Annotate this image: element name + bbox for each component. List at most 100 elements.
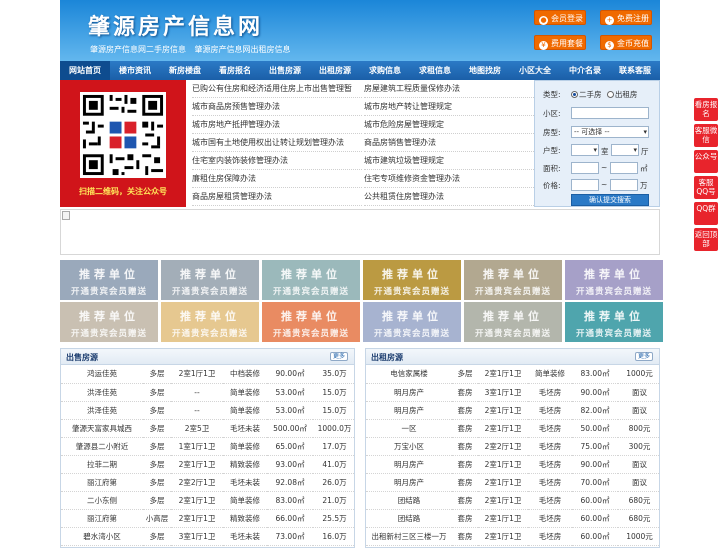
table-row[interactable]: 肇源天富家具城西 多层 2室5卫 毛坯未装 500.00㎡ 1000.0万	[61, 419, 354, 438]
float-viewing-signup[interactable]: 看房报名	[694, 98, 718, 121]
table-row[interactable]: 肇源县二小附近 多层 1室1厅1卫 简单装修 65.00㎡ 17.0万	[61, 437, 354, 456]
nav-news[interactable]: 楼市资讯	[110, 61, 160, 80]
float-official-account[interactable]: 公众号	[694, 150, 718, 173]
table-cell[interactable]: 团结路	[366, 491, 452, 510]
recommended-unit-ad[interactable]: 推荐单位 开通贵宾会员赠送	[464, 260, 562, 300]
table-cell[interactable]: 碧水湾小区	[61, 527, 143, 546]
table-cell[interactable]: 洪泽佳苑	[61, 401, 143, 420]
rooms-select[interactable]	[571, 144, 599, 156]
nav-communities[interactable]: 小区大全	[510, 61, 560, 80]
nav-for-sale[interactable]: 出售房源	[260, 61, 310, 80]
community-input[interactable]	[571, 107, 649, 119]
fee-package-button[interactable]: ¥ 费用套餐	[534, 35, 586, 50]
float-service-wechat[interactable]: 客服微信	[694, 124, 718, 147]
price-min-input[interactable]	[571, 179, 599, 191]
recommended-unit-ad[interactable]: 推荐单位 开通贵宾会员赠送	[161, 260, 259, 300]
list-item[interactable]: 住宅专项维修资金管理办法	[364, 170, 534, 188]
nav-wanted-rent[interactable]: 求租信息	[410, 61, 460, 80]
recommended-unit-ad[interactable]: 推荐单位 开通贵宾会员赠送	[262, 260, 360, 300]
type-radio-secondhand[interactable]	[571, 91, 578, 98]
float-back-to-top[interactable]: 返回顶部	[694, 228, 718, 251]
table-cell[interactable]: 洪泽佳苑	[61, 383, 143, 402]
table-row[interactable]: 拉菲二期 多层 2室1厅1卫 精致装修 93.00㎡ 41.0万	[61, 455, 354, 474]
table-cell[interactable]: 万宝小区	[366, 437, 452, 456]
free-register-button[interactable]: + 免费注册	[600, 10, 652, 25]
list-item[interactable]: 房屋建筑工程质量保修办法	[364, 80, 534, 98]
site-title[interactable]: 肇源房产信息网	[88, 9, 263, 41]
search-submit-button[interactable]: 确认提交搜索	[571, 194, 649, 206]
list-item[interactable]: 住宅室内装饰装修管理办法	[192, 152, 362, 170]
table-row[interactable]: 明月房产 套房 2室1厅1卫 毛坯房 82.00㎡ 面议	[366, 401, 659, 420]
type-radio-rent[interactable]	[606, 91, 614, 98]
nav-viewing-signup[interactable]: 看房报名	[210, 61, 260, 80]
table-row[interactable]: 洪泽佳苑 多层 -- 简单装修 53.00㎡ 15.0万	[61, 401, 354, 420]
list-item[interactable]: 公共租赁住房管理办法	[364, 188, 534, 206]
table-cell[interactable]: 拉菲二期	[61, 455, 143, 474]
table-cell[interactable]: 明月房产	[366, 401, 452, 420]
table-row[interactable]: 洪泽佳苑 多层 -- 简单装修 53.00㎡ 15.0万	[61, 383, 354, 402]
nav-map-search[interactable]: 地图找房	[460, 61, 510, 80]
list-item[interactable]: 廉租住房保障办法	[192, 170, 362, 188]
recommended-unit-ad[interactable]: 推荐单位 开通贵宾会员赠送	[363, 260, 461, 300]
table-row[interactable]: 明月房产 套房 2室1厅1卫 毛坯房 90.00㎡ 面议	[366, 455, 659, 474]
table-row[interactable]: 出租新村三区三楼一万 套房 2室1厅1卫 毛坯房 60.00㎡ 1000元	[366, 527, 659, 546]
nav-contact[interactable]: 联系客服	[610, 61, 660, 80]
table-row[interactable]: 丽江府第 多层 2室2厅1卫 毛坯未装 92.08㎡ 26.0万	[61, 473, 354, 492]
table-row[interactable]: 团结路 套房 2室1厅1卫 毛坯房 60.00㎡ 680元	[366, 509, 659, 528]
recommended-unit-ad[interactable]: 推荐单位 开通贵宾会员赠送	[464, 302, 562, 342]
table-cell[interactable]: 一区	[366, 419, 452, 438]
list-item[interactable]: 已购公有住房和经济适用住房上市出售管理暂	[192, 80, 362, 98]
nav-new-homes[interactable]: 新房楼盘	[160, 61, 210, 80]
coin-recharge-button[interactable]: $ 金币充值	[600, 35, 652, 50]
table-cell[interactable]: 丽江府第	[61, 473, 143, 492]
float-service-qq[interactable]: 客服QQ号	[694, 176, 718, 199]
area-max-input[interactable]	[610, 162, 638, 174]
table-cell[interactable]: 鸿运佳苑	[61, 365, 143, 384]
table-row[interactable]: 碧水湾小区 多层 3室1厅1卫 毛坯未装 73.00㎡ 16.0万	[61, 527, 354, 546]
list-item[interactable]: 城市房地产抵押管理办法	[192, 116, 362, 134]
house-type-select[interactable]: -- 可选择 --	[571, 126, 649, 138]
list-item[interactable]: 城市国有土地使用权出让转让规划管理办法	[192, 134, 362, 152]
table-cell[interactable]: 肇源天富家具城西	[61, 419, 143, 438]
recommended-unit-ad[interactable]: 推荐单位 开通贵宾会员赠送	[60, 302, 158, 342]
table-cell[interactable]: 肇源县二小附近	[61, 437, 143, 456]
table-row[interactable]: 团结路 套房 2室1厅1卫 毛坯房 60.00㎡ 680元	[366, 491, 659, 510]
nav-agents[interactable]: 中介名录	[560, 61, 610, 80]
price-max-input[interactable]	[610, 179, 638, 191]
table-cell[interactable]: 出租新村三区三楼一万	[366, 527, 452, 546]
recommended-unit-ad[interactable]: 推荐单位 开通贵宾会员赠送	[565, 260, 663, 300]
list-item[interactable]: 商品房销售管理办法	[364, 134, 534, 152]
table-cell[interactable]: 团结路	[366, 509, 452, 528]
table-row[interactable]: 明月房产 套房 2室1厅1卫 毛坯房 70.00㎡ 面议	[366, 473, 659, 492]
rent-more-button[interactable]: 更多	[635, 352, 653, 361]
nav-for-rent[interactable]: 出租房源	[310, 61, 360, 80]
table-cell[interactable]: 明月房产	[366, 473, 452, 492]
recommended-unit-ad[interactable]: 推荐单位 开通贵宾会员赠送	[161, 302, 259, 342]
float-qq-group[interactable]: QQ群	[694, 202, 718, 225]
list-item[interactable]: 城市商品房预售管理办法	[192, 98, 362, 116]
table-row[interactable]: 一区 套房 2室1厅1卫 毛坯房 50.00㎡ 800元	[366, 419, 659, 438]
area-min-input[interactable]	[571, 162, 599, 174]
list-item[interactable]: 城市建筑垃圾管理规定	[364, 152, 534, 170]
table-cell[interactable]: 电信家属楼	[366, 365, 452, 384]
recommended-unit-ad[interactable]: 推荐单位 开通贵宾会员赠送	[565, 302, 663, 342]
recommended-unit-ad[interactable]: 推荐单位 开通贵宾会员赠送	[262, 302, 360, 342]
recommended-unit-ad[interactable]: 推荐单位 开通贵宾会员赠送	[363, 302, 461, 342]
table-row[interactable]: 万宝小区 套房 2室2厅1卫 毛坯房 75.00㎡ 300元	[366, 437, 659, 456]
list-item[interactable]: 商品房屋租赁管理办法	[192, 188, 362, 206]
table-cell[interactable]: 明月房产	[366, 383, 452, 402]
list-item[interactable]: 城市危险房屋管理规定	[364, 116, 534, 134]
table-row[interactable]: 鸿运佳苑 多层 2室1厅1卫 中档装修 90.00㎡ 35.0万	[61, 365, 354, 384]
table-cell[interactable]: 丽江府第	[61, 509, 143, 528]
table-row[interactable]: 丽江府第 小高层 2室1厅1卫 精致装修 66.00㎡ 25.5万	[61, 509, 354, 528]
halls-select[interactable]	[611, 144, 639, 156]
recommended-unit-ad[interactable]: 推荐单位 开通贵宾会员赠送	[60, 260, 158, 300]
table-cell[interactable]: 二小东侧	[61, 491, 143, 510]
sale-more-button[interactable]: 更多	[330, 352, 348, 361]
nav-home[interactable]: 网站首页	[60, 61, 110, 80]
table-row[interactable]: 电信家属楼 多层 2室1厅1卫 简单装修 83.00㎡ 1000元	[366, 365, 659, 384]
nav-wanted-buy[interactable]: 求购信息	[360, 61, 410, 80]
list-item[interactable]: 城市房地产转让管理规定	[364, 98, 534, 116]
table-row[interactable]: 二小东侧 多层 2室1厅1卫 简单装修 83.00㎡ 21.0万	[61, 491, 354, 510]
member-login-button[interactable]: ● 会员登录	[534, 10, 586, 25]
